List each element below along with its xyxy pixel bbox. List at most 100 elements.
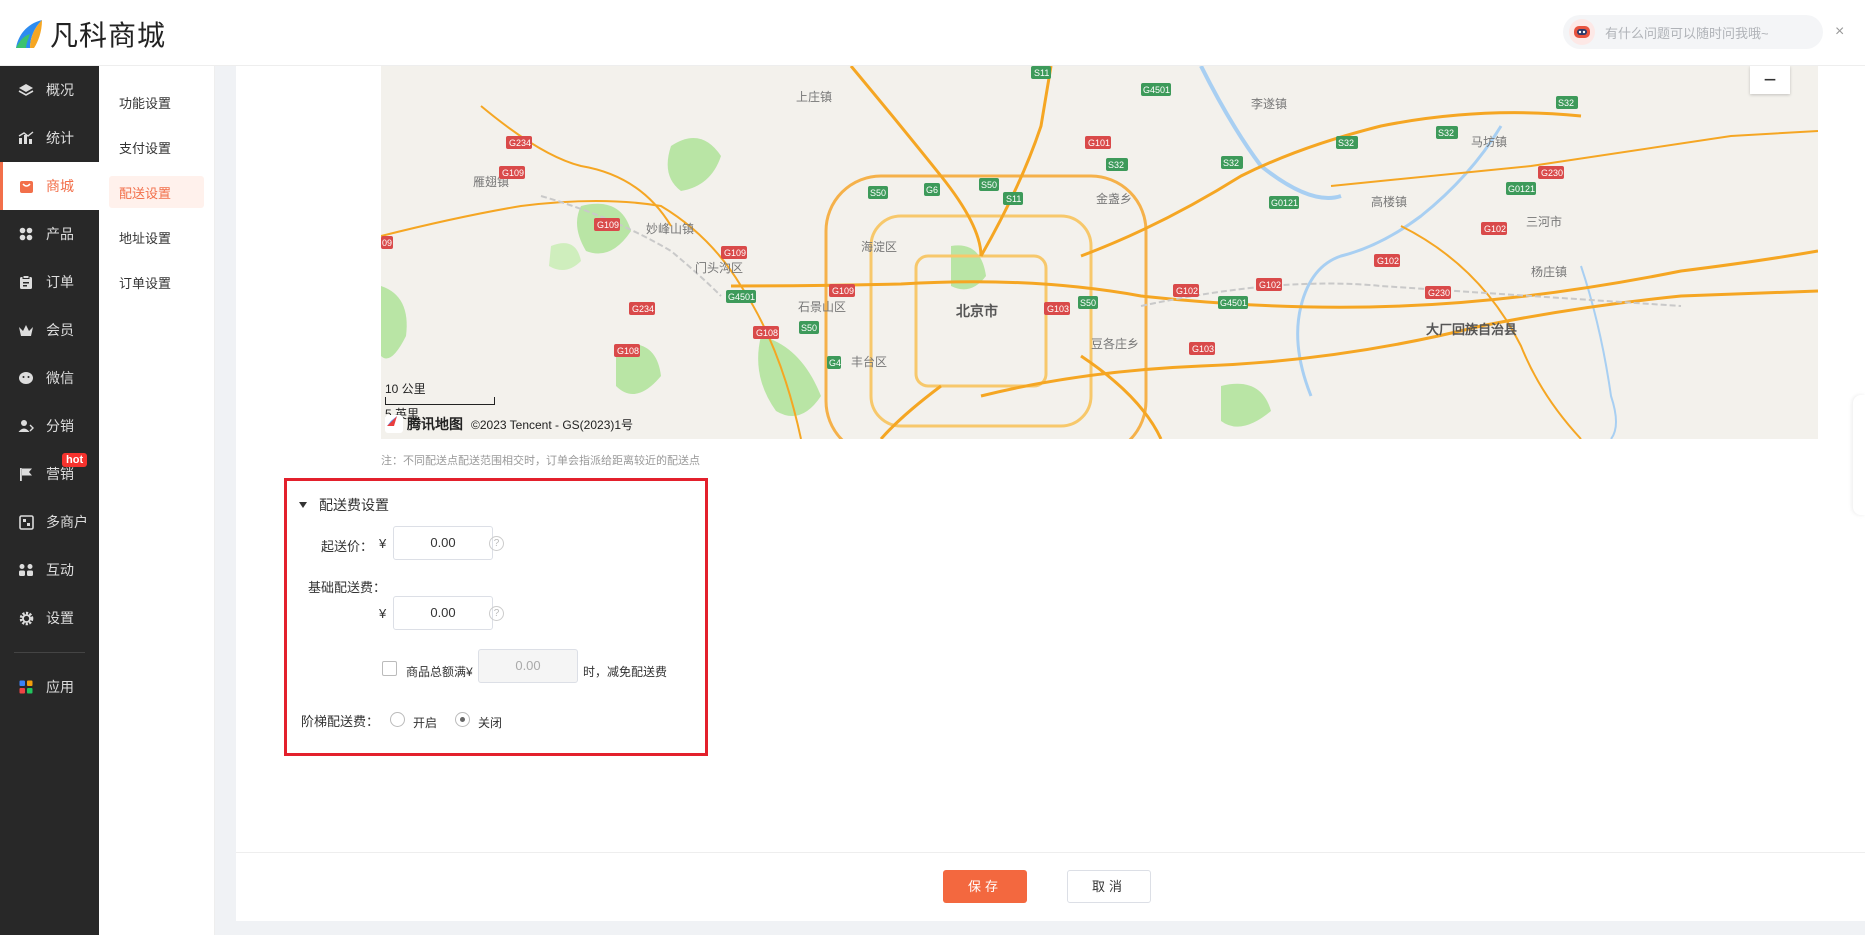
map-canvas: 上庄镇 李遂镇 雁翅镇 妙峰山镇 金盏乡 高楼镇 三河市 海淀区 门头沟区 石景… bbox=[381, 66, 1818, 439]
sidebar-item-distribution[interactable]: 分销 bbox=[0, 402, 99, 450]
map-road-shield: G101 bbox=[1088, 138, 1110, 148]
currency-symbol: ¥ bbox=[379, 536, 387, 551]
sidebar-item-multi-merchant[interactable]: 多商户 bbox=[0, 498, 99, 546]
map-road-shield: S32 bbox=[1108, 160, 1124, 170]
help-icon[interactable]: ? bbox=[489, 536, 504, 551]
sidebar-item-shop[interactable]: 商城 bbox=[0, 162, 99, 210]
currency-symbol: ¥ bbox=[379, 606, 387, 621]
close-icon[interactable]: × bbox=[1835, 23, 1844, 41]
base-fee-label: 基础配送费： bbox=[308, 580, 387, 595]
map-road-shield: S32 bbox=[1558, 98, 1574, 108]
sidebar-item-label: 多商户 bbox=[46, 514, 88, 530]
map-place-label: 妙峰山镇 bbox=[646, 222, 694, 236]
map-road-shield: G234 bbox=[632, 304, 654, 314]
map-road-shield: 09 bbox=[382, 238, 392, 248]
map-scale-km: 10 公里 bbox=[385, 382, 426, 396]
map-road-shield: G230 bbox=[1428, 288, 1450, 298]
brand-logo[interactable]: 凡科商城 bbox=[12, 14, 166, 54]
map-road-shield: G4501 bbox=[1143, 85, 1170, 95]
map-provider: 腾讯地图 bbox=[407, 416, 463, 432]
map-road-shield: S50 bbox=[1080, 298, 1096, 308]
tiered-on-label[interactable]: 开启 bbox=[413, 714, 437, 731]
map-road-shield: G4501 bbox=[1220, 298, 1247, 308]
sidebar-item-products[interactable]: 产品 bbox=[0, 210, 99, 258]
sidebar-item-overview[interactable]: 概况 bbox=[0, 66, 99, 114]
map-road-shield: G103 bbox=[1047, 304, 1069, 314]
map-road-shield: S50 bbox=[870, 188, 886, 198]
sidebar-item-stats[interactable]: 统计 bbox=[0, 114, 99, 162]
assistant-placeholder: 有什么问题可以随时问我哦~ bbox=[1605, 25, 1769, 41]
map-road-shield: G109 bbox=[502, 168, 524, 178]
sidebar-item-apps[interactable]: 应用 bbox=[0, 663, 99, 711]
tiered-on-radio[interactable] bbox=[390, 712, 405, 727]
map-place-label: 马坊镇 bbox=[1471, 134, 1507, 149]
base-fee-input[interactable]: 0.00 bbox=[393, 596, 493, 630]
submenu-item-delivery-settings[interactable]: 配送设置 bbox=[109, 176, 204, 208]
map-road-shield: G0121 bbox=[1508, 184, 1535, 194]
submenu-item-function-settings[interactable]: 功能设置 bbox=[109, 86, 204, 118]
map-road-shield: G108 bbox=[756, 328, 778, 338]
free-delivery-checkbox[interactable] bbox=[382, 661, 397, 676]
store-icon bbox=[18, 514, 34, 530]
apps-icon bbox=[18, 679, 34, 695]
map-place-label: 高楼镇 bbox=[1371, 194, 1407, 209]
sidebar-divider bbox=[14, 652, 85, 653]
map-place-label: 豆各庄乡 bbox=[1091, 336, 1139, 351]
submenu-item-address-settings[interactable]: 地址设置 bbox=[109, 221, 204, 253]
map-place-label: 海淀区 bbox=[861, 239, 897, 254]
submenu-item-order-settings[interactable]: 订单设置 bbox=[109, 266, 204, 298]
map-road-shield: G6 bbox=[926, 185, 938, 195]
map-place-label: 杨庄镇 bbox=[1531, 264, 1567, 279]
order-icon bbox=[18, 274, 34, 290]
map-road-shield: G230 bbox=[1541, 168, 1563, 178]
map-road-shield: G102 bbox=[1484, 224, 1506, 234]
delivery-map[interactable]: 上庄镇 李遂镇 雁翅镇 妙峰山镇 金盏乡 高楼镇 三河市 海淀区 门头沟区 石景… bbox=[381, 66, 1818, 439]
flag-icon bbox=[18, 466, 34, 482]
map-road-shield: G0121 bbox=[1271, 198, 1298, 208]
fee-section-header[interactable]: 配送费设置 bbox=[299, 495, 389, 515]
main-content: 上庄镇 李遂镇 雁翅镇 妙峰山镇 金盏乡 高楼镇 三河市 海淀区 门头沟区 石景… bbox=[236, 66, 1865, 921]
map-place-label: 大厂回族自治县 bbox=[1426, 322, 1517, 337]
min-order-input[interactable]: 0.00 bbox=[393, 526, 493, 560]
map-scale-bar bbox=[385, 397, 495, 405]
free-delivery-prefix: 商品总额满¥ bbox=[406, 665, 473, 679]
tiered-off-label[interactable]: 关闭 bbox=[478, 714, 502, 731]
sidebar-item-marketing[interactable]: 营销 hot bbox=[0, 450, 99, 498]
map-road-shield: G4 bbox=[829, 358, 841, 368]
help-icon[interactable]: ? bbox=[489, 606, 504, 621]
wechat-icon bbox=[18, 370, 34, 386]
map-place-label: 门头沟区 bbox=[695, 260, 743, 275]
map-road-shield: G109 bbox=[597, 220, 619, 230]
map-road-shield: S50 bbox=[981, 180, 997, 190]
sidebar-item-members[interactable]: 会员 bbox=[0, 306, 99, 354]
sidebar-item-wechat[interactable]: 微信 bbox=[0, 354, 99, 402]
assistant-input[interactable]: 有什么问题可以随时问我哦~ bbox=[1563, 15, 1823, 49]
chart-icon bbox=[18, 130, 34, 146]
shop-icon bbox=[18, 178, 34, 194]
sidebar-item-interaction[interactable]: 互动 bbox=[0, 546, 99, 594]
sidebar-item-label: 商城 bbox=[46, 178, 74, 194]
sidebar-item-label: 会员 bbox=[46, 322, 74, 338]
tiered-off-radio[interactable] bbox=[455, 712, 470, 727]
free-delivery-threshold-input[interactable]: 0.00 bbox=[478, 649, 578, 683]
map-place-label: 上庄镇 bbox=[796, 89, 832, 104]
hot-badge: hot bbox=[62, 453, 88, 467]
sidebar-item-settings[interactable]: 设置 bbox=[0, 594, 99, 642]
map-road-shield: S32 bbox=[1338, 138, 1354, 148]
map-road-shield: G108 bbox=[617, 346, 639, 356]
submenu-item-payment-settings[interactable]: 支付设置 bbox=[109, 131, 204, 163]
delivery-range-note: 注：不同配送点配送范围相交时，订单会指派给距离较近的配送点 bbox=[381, 455, 700, 467]
map-place-label: 北京市 bbox=[956, 303, 998, 319]
map-attribution: 腾讯地图 ©2023 Tencent - GS(2023)1号 bbox=[385, 414, 633, 434]
map-road-shield: G102 bbox=[1176, 286, 1198, 296]
map-zoom-out-button[interactable]: − bbox=[1750, 66, 1790, 94]
sidebar-item-orders[interactable]: 订单 bbox=[0, 258, 99, 306]
save-button[interactable]: 保存 bbox=[943, 870, 1027, 903]
cancel-button[interactable]: 取消 bbox=[1067, 870, 1151, 903]
map-place-label: 三河市 bbox=[1526, 214, 1562, 229]
shop-submenu: 功能设置 支付设置 配送设置 地址设置 订单设置 bbox=[99, 66, 215, 935]
sidebar-item-label: 微信 bbox=[46, 370, 74, 386]
side-drawer-handle[interactable] bbox=[1853, 395, 1865, 515]
fee-section-title: 配送费设置 bbox=[319, 497, 389, 513]
map-road-shield: S11 bbox=[1034, 68, 1049, 78]
